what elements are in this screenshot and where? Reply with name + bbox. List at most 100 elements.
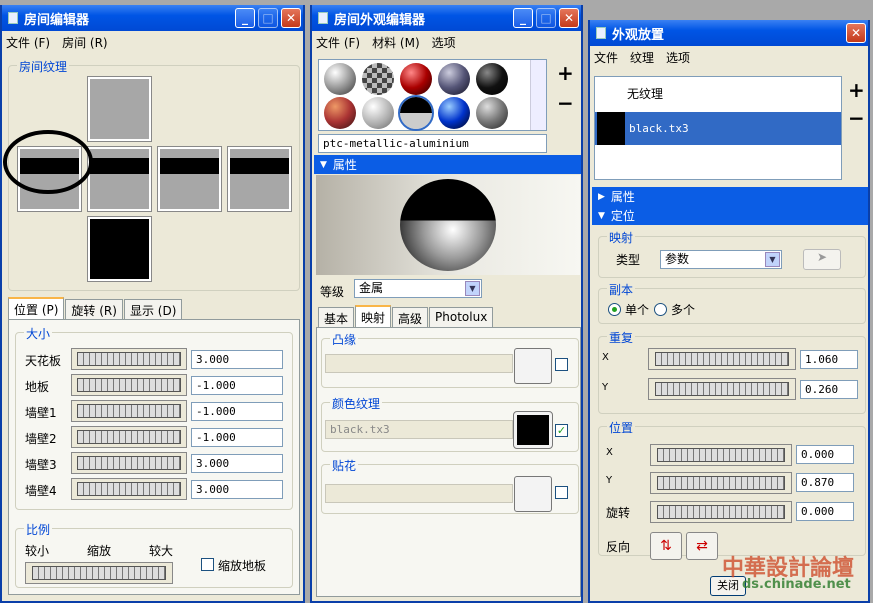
menu-file[interactable]: 文件 <box>594 49 618 66</box>
color-texture-field[interactable]: black.tx3 <box>325 420 513 439</box>
single-radio[interactable] <box>608 303 621 316</box>
texture-wall-3[interactable] <box>157 146 222 212</box>
chevron-down-icon: ▼ <box>465 281 480 296</box>
material-swatch-selected[interactable] <box>398 95 434 131</box>
material-swatch[interactable] <box>400 63 432 95</box>
maximize-button[interactable]: □ <box>258 8 278 28</box>
room-editor-titlebar[interactable]: 房间编辑器 _ □ ✕ <box>2 5 303 31</box>
grade-select[interactable]: 金属 ▼ <box>354 279 482 298</box>
scale-slider[interactable] <box>25 562 173 584</box>
close-button[interactable]: ✕ <box>559 8 579 28</box>
positioning-header[interactable]: ▼ 定位 <box>592 206 868 225</box>
slider-wall3[interactable] <box>71 452 187 474</box>
tab-rotation[interactable]: 旋转 (R) <box>65 299 123 319</box>
repeat-y-slider[interactable] <box>648 378 796 400</box>
bump-file-field[interactable] <box>325 354 513 373</box>
type-select[interactable]: 参数 ▼ <box>660 250 782 269</box>
flip-horizontal-button[interactable]: ⇄ <box>686 532 718 560</box>
add-material-icon[interactable]: + <box>557 61 574 85</box>
input-floor[interactable]: -1.000 <box>191 376 283 395</box>
properties-header[interactable]: ▼ 属性 <box>314 155 581 174</box>
close-button[interactable]: ✕ <box>846 23 866 43</box>
flip-vertical-button[interactable]: ⇅ <box>650 532 682 560</box>
input-wall2[interactable]: -1.000 <box>191 428 283 447</box>
room-editor-tabs: 位置 (P) 旋转 (R) 显示 (D) <box>8 297 183 319</box>
multiple-radio[interactable] <box>654 303 667 316</box>
row-label-wall3: 墙壁3 <box>25 458 57 472</box>
placement-titlebar[interactable]: 外观放置 ✕ <box>590 20 868 46</box>
menu-options[interactable]: 选项 <box>432 34 456 51</box>
list-item-no-texture[interactable]: 无纹理 <box>595 77 841 111</box>
appearance-menubar: 文件 (F) 材料 (M) 选项 <box>312 31 581 53</box>
menu-room[interactable]: 房间 (R) <box>62 34 108 51</box>
remove-texture-icon[interactable]: − <box>848 106 865 130</box>
appearance-editor-titlebar[interactable]: 房间外观编辑器 _ □ ✕ <box>312 5 581 31</box>
rotation-input[interactable]: 0.000 <box>796 502 854 521</box>
minimize-button[interactable]: _ <box>513 8 533 28</box>
palette-scrollbar[interactable] <box>530 60 546 130</box>
slider-floor[interactable] <box>71 374 187 396</box>
texture-wall-2[interactable] <box>87 146 152 212</box>
room-texture-label: 房间纹理 <box>17 58 70 75</box>
material-swatch[interactable] <box>476 63 508 95</box>
bump-checkbox[interactable] <box>555 358 568 371</box>
property-header[interactable]: ▶ 属性 <box>592 187 868 206</box>
decal-texture-button[interactable] <box>514 476 552 512</box>
tab-advanced[interactable]: 高级 <box>392 307 429 327</box>
material-swatch[interactable] <box>476 97 508 129</box>
repeat-x-slider[interactable] <box>648 348 796 370</box>
list-item-black-tx3[interactable]: black.tx3 <box>595 112 841 145</box>
position-x-slider[interactable] <box>650 444 792 466</box>
texture-floor[interactable] <box>87 216 152 282</box>
add-texture-icon[interactable]: + <box>848 78 865 102</box>
menu-texture[interactable]: 纹理 <box>630 49 654 66</box>
repeat-x-input[interactable]: 1.060 <box>800 350 858 369</box>
slider-ceiling[interactable] <box>71 348 187 370</box>
texture-ceiling[interactable] <box>87 76 152 142</box>
rotation-slider[interactable] <box>650 501 792 523</box>
pick-cursor-button[interactable]: ➤ <box>803 249 841 270</box>
maximize-button[interactable]: □ <box>536 8 556 28</box>
repeat-y-input[interactable]: 0.260 <box>800 380 858 399</box>
material-palette <box>318 59 547 131</box>
material-swatch[interactable] <box>362 63 394 95</box>
input-wall4[interactable]: 3.000 <box>191 480 283 499</box>
material-swatch[interactable] <box>438 63 470 95</box>
material-swatch[interactable] <box>362 97 394 129</box>
material-swatch[interactable] <box>438 97 470 129</box>
position-y-input[interactable]: 0.870 <box>796 473 854 492</box>
material-name-field[interactable]: ptc-metallic-aluminium <box>318 134 547 153</box>
tab-position[interactable]: 位置 (P) <box>8 297 65 319</box>
slider-wall4[interactable] <box>71 478 187 500</box>
position-x-input[interactable]: 0.000 <box>796 445 854 464</box>
input-ceiling[interactable]: 3.000 <box>191 350 283 369</box>
menu-material[interactable]: 材料 (M) <box>372 34 420 51</box>
mapping-panel: 凸缘 颜色纹理 black.tx3 ✓ 贴花 <box>316 327 581 597</box>
color-texture-button[interactable] <box>513 411 553 449</box>
menu-file[interactable]: 文件 (F) <box>316 34 360 51</box>
position-y-slider[interactable] <box>650 472 792 494</box>
close-button[interactable]: ✕ <box>281 8 301 28</box>
slider-wall2[interactable] <box>71 426 187 448</box>
type-label: 类型 <box>616 253 641 267</box>
tab-basic[interactable]: 基本 <box>318 307 355 327</box>
input-wall1[interactable]: -1.000 <box>191 402 283 421</box>
scale-floor-checkbox[interactable] <box>201 558 214 571</box>
decal-file-field[interactable] <box>325 484 513 503</box>
color-texture-checkbox[interactable]: ✓ <box>555 424 568 437</box>
bump-texture-button[interactable] <box>514 348 552 384</box>
menu-options[interactable]: 选项 <box>666 49 690 66</box>
input-wall3[interactable]: 3.000 <box>191 454 283 473</box>
material-swatch[interactable] <box>324 97 356 129</box>
remove-material-icon[interactable]: − <box>557 91 574 115</box>
slider-wall1[interactable] <box>71 400 187 422</box>
tab-photolux[interactable]: Photolux <box>429 307 494 327</box>
menu-file[interactable]: 文件 (F) <box>6 34 50 51</box>
decal-checkbox[interactable] <box>555 486 568 499</box>
texture-wall-4[interactable] <box>227 146 292 212</box>
minimize-button[interactable]: _ <box>235 8 255 28</box>
material-swatch[interactable] <box>324 63 356 95</box>
tab-display[interactable]: 显示 (D) <box>123 299 183 319</box>
rotation-label: 旋转 <box>606 506 631 520</box>
tab-mapping[interactable]: 映射 <box>355 305 392 327</box>
